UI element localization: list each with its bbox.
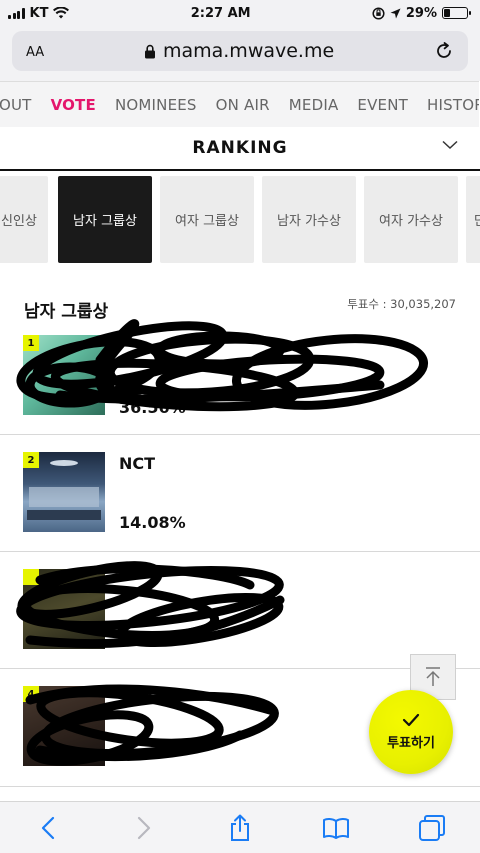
- arrow-up-icon: [426, 667, 440, 686]
- tab-male-group[interactable]: 남자 그룹상: [58, 176, 152, 263]
- share-icon: [231, 814, 249, 841]
- wifi-icon: [53, 7, 70, 19]
- nav-item-nominees[interactable]: NOMINEES: [115, 96, 197, 114]
- tabs-button[interactable]: [410, 806, 454, 850]
- tab-rookie[interactable]: 신인상: [0, 176, 48, 263]
- tab-female-solo[interactable]: 여자 가수상: [364, 176, 458, 263]
- vote-total: 투표수 : 30,035,207: [347, 297, 456, 311]
- tab-next[interactable]: 단: [466, 176, 480, 263]
- rank-item-3[interactable]: 13.0%: [0, 552, 480, 669]
- rank-item-2[interactable]: 2 NCT 14.08%: [0, 435, 480, 552]
- rank-item-1[interactable]: 1 36.56%: [0, 318, 480, 435]
- vote-button-label: 투표하기: [387, 736, 435, 751]
- browser-address-area: AA mama.mwave.me: [0, 26, 480, 81]
- chevron-down-icon: [442, 140, 458, 150]
- vote-percent: 13.0%: [119, 630, 175, 649]
- book-icon: [323, 817, 349, 839]
- nav-item-vote[interactable]: VOTE: [51, 96, 96, 114]
- battery-icon: [442, 7, 471, 19]
- artist-thumbnail: [23, 569, 105, 649]
- battery-percent: 29%: [405, 5, 437, 21]
- group-photo-figures: [27, 460, 101, 520]
- artist-thumbnail: 2: [23, 452, 105, 532]
- url-text: mama.mwave.me: [162, 40, 335, 62]
- forward-button[interactable]: [122, 806, 166, 850]
- tabs-icon: [419, 814, 445, 841]
- chevron-left-icon: [41, 816, 55, 839]
- bookmarks-button[interactable]: [314, 806, 358, 850]
- site-nav: OUT VOTE NOMINEES ON AIR MEDIA EVENT HIS…: [0, 81, 479, 127]
- share-button[interactable]: [218, 806, 262, 850]
- check-icon: [402, 713, 420, 727]
- rank-badge: [23, 569, 39, 585]
- ranking-title: RANKING: [192, 138, 288, 158]
- back-button[interactable]: [26, 806, 70, 850]
- clock: 2:27 AM: [190, 5, 251, 21]
- nav-item-media[interactable]: MEDIA: [289, 96, 339, 114]
- ranking-dropdown[interactable]: RANKING: [0, 127, 480, 171]
- location-arrow-icon: [390, 8, 401, 18]
- cellular-signal-icon: [8, 7, 25, 19]
- chevron-right-icon: [137, 816, 151, 839]
- reader-text-size-button[interactable]: AA: [26, 41, 44, 61]
- status-bar: KT 2:27 AM 29%: [0, 0, 480, 26]
- nav-item-on-air[interactable]: ON AIR: [216, 96, 270, 114]
- nav-item-out[interactable]: OUT: [0, 96, 32, 114]
- tab-female-group[interactable]: 여자 그룹상: [160, 176, 254, 263]
- artist-thumbnail: 1: [23, 335, 105, 415]
- carrier-label: KT: [29, 5, 49, 21]
- vote-button[interactable]: 투표하기: [369, 690, 453, 774]
- vote-percent: 36.56%: [119, 398, 186, 417]
- rank-badge: 1: [23, 335, 39, 351]
- orientation-lock-icon: [372, 6, 385, 20]
- tab-male-solo[interactable]: 남자 가수상: [262, 176, 356, 263]
- nav-item-event[interactable]: EVENT: [357, 96, 408, 114]
- artist-name: NCT: [119, 454, 156, 473]
- nav-item-history[interactable]: HISTORY: [427, 96, 479, 114]
- reload-icon[interactable]: [434, 41, 454, 61]
- browser-toolbar: [0, 801, 480, 853]
- rank-badge: 4: [23, 686, 39, 702]
- lock-icon: [144, 44, 155, 58]
- vote-percent: 14.08%: [119, 513, 186, 532]
- address-bar[interactable]: AA mama.mwave.me: [12, 31, 468, 71]
- artist-thumbnail: 4: [23, 686, 105, 766]
- category-tabs: 신인상 남자 그룹상 여자 그룹상 남자 가수상 여자 가수상 단: [0, 171, 480, 270]
